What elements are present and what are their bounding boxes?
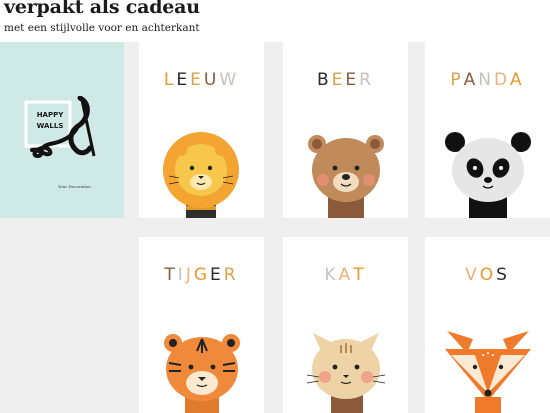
card-label-letter: E (345, 70, 360, 90)
panda-icon (445, 132, 531, 218)
card-label-letter: R (223, 265, 239, 285)
brand-signature: Your Decoration (58, 184, 91, 189)
card-label-letter: T (353, 265, 367, 285)
tiger-icon (164, 334, 240, 413)
card-label-letter: E (210, 265, 224, 285)
card-lion: LEEUW (139, 42, 264, 218)
card-label-letter: R (359, 70, 374, 90)
card-panda: PANDA (425, 42, 550, 218)
lion-icon (163, 132, 239, 218)
fox-icon (445, 331, 531, 413)
card-label-letter: T (164, 265, 178, 285)
card-label: LEEUW (139, 70, 264, 90)
page-title: verpakt als cadeau (4, 0, 200, 18)
card-label-letter: V (465, 265, 480, 285)
page-subtitle: met een stijlvolle voor en achterkant (4, 22, 200, 34)
brand-line-2: WALLS (36, 122, 64, 130)
card-label-text: TIJGER (164, 265, 238, 285)
card-label-text: LEEUW (164, 70, 239, 90)
card-label: PANDA (425, 70, 550, 90)
card-label: VOS (425, 265, 550, 285)
brand-logo: HAPPY WALLS (22, 95, 96, 160)
card-label-letter: A (463, 70, 479, 90)
card-label-letter: E (331, 70, 346, 90)
card-label-letter: S (496, 265, 510, 285)
bear-icon (308, 135, 384, 218)
card-label: TIJGER (139, 265, 264, 285)
card-label-letter: E (176, 70, 191, 90)
brand-card: HAPPY WALLS Your Decoration (0, 42, 124, 218)
card-cat: KAT (283, 237, 408, 413)
card-label-letter: A (510, 70, 525, 90)
card-label-letter: O (479, 265, 497, 285)
card-label-letter: L (163, 70, 177, 90)
card-label-letter: J (185, 265, 194, 285)
card-tiger: TIJGER (139, 237, 264, 413)
card-label-letter: D (493, 70, 511, 90)
card-label-letter: G (193, 265, 211, 285)
card-label-text: BEER (317, 70, 374, 90)
card-label-letter: P (450, 70, 464, 90)
card-bear: BEER (283, 42, 408, 218)
card-label-text: KAT (324, 265, 366, 285)
card-label-letter: K (324, 265, 339, 285)
card-label-letter: A (338, 265, 354, 285)
card-label-letter: E (190, 70, 204, 90)
card-fox: VOS (425, 237, 550, 413)
card-label-text: PANDA (450, 70, 524, 90)
card-label: BEER (283, 70, 408, 90)
card-label: KAT (283, 265, 408, 285)
brand-line-1: HAPPY (36, 111, 64, 119)
card-label-letter: N (478, 70, 494, 90)
card-label-letter: I (177, 265, 186, 285)
cat-icon (306, 333, 386, 413)
card-label-letter: W (219, 70, 240, 90)
card-label-text: VOS (465, 265, 510, 285)
header: verpakt als cadeau met een stijlvolle vo… (0, 0, 550, 42)
card-label-letter: U (203, 70, 220, 90)
card-label-letter: B (317, 70, 332, 90)
